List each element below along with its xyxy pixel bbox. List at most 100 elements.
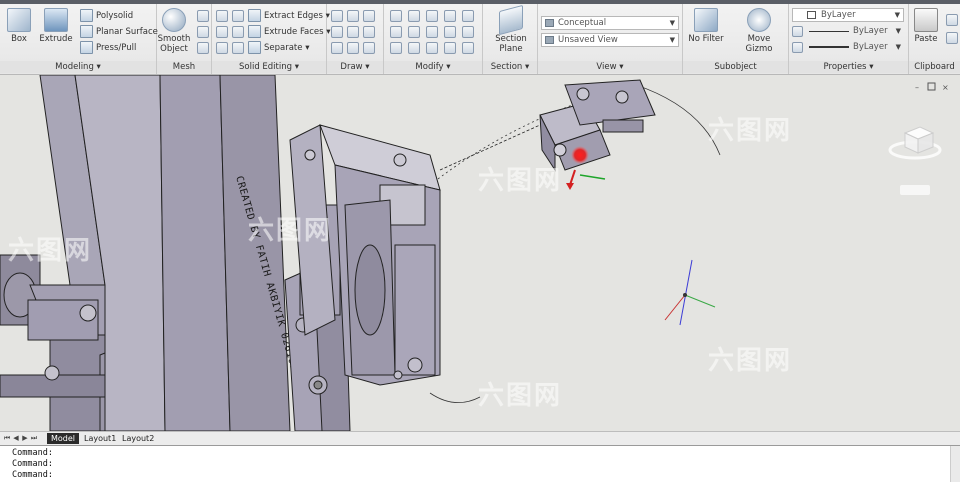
viewcube[interactable] bbox=[888, 126, 942, 195]
extrude-button[interactable]: Extrude bbox=[36, 8, 76, 44]
modify-panel-title[interactable]: Modify ▾ bbox=[384, 61, 482, 73]
rotate-icon[interactable] bbox=[408, 10, 420, 22]
command-prompt[interactable]: Command: bbox=[12, 470, 53, 481]
rectangle-icon[interactable] bbox=[347, 26, 359, 38]
smooth-object-icon bbox=[162, 8, 186, 32]
mesh-panel-title[interactable]: Mesh bbox=[157, 61, 211, 73]
polygon-icon[interactable] bbox=[331, 42, 343, 54]
planar-surface-button[interactable]: Planar Surface bbox=[80, 25, 158, 39]
next-tab-icon[interactable]: ▶ bbox=[21, 433, 29, 443]
draw-panel-title[interactable]: Draw ▾ bbox=[327, 61, 383, 73]
scale-icon[interactable] bbox=[408, 26, 420, 38]
spline-icon[interactable] bbox=[363, 42, 375, 54]
tab-layout2[interactable]: Layout2 bbox=[118, 433, 158, 444]
offset-icon[interactable] bbox=[408, 42, 420, 54]
line-icon[interactable] bbox=[331, 10, 343, 22]
solid-edit-icon-3[interactable] bbox=[232, 42, 244, 54]
minimize-icon[interactable]: – bbox=[915, 83, 919, 92]
watermark: 六图网 bbox=[248, 216, 333, 246]
subtract-icon[interactable] bbox=[216, 26, 228, 38]
copy-icon[interactable] bbox=[426, 26, 438, 38]
ellipse-icon[interactable] bbox=[363, 26, 375, 38]
planar-surface-label: Planar Surface bbox=[96, 27, 158, 37]
subobject-title-text: Subobject bbox=[714, 62, 757, 72]
drawing-viewport[interactable]: CREATED BY FATIH AKBIYIK 02610909023 – ×… bbox=[0, 75, 960, 431]
stretch-icon[interactable] bbox=[444, 26, 456, 38]
move-3d-icon[interactable] bbox=[426, 10, 438, 22]
solid-edit-icon-2[interactable] bbox=[232, 26, 244, 38]
extrude-faces-button[interactable]: Extrude Faces ▾ bbox=[248, 25, 331, 39]
solid-edit-icon-1[interactable] bbox=[232, 10, 244, 22]
hatch-icon[interactable] bbox=[347, 42, 359, 54]
cut-icon[interactable] bbox=[946, 14, 958, 26]
mesh-tool-icon-2[interactable] bbox=[197, 26, 209, 38]
mesh-tool-icon-1[interactable] bbox=[197, 10, 209, 22]
command-scrollbar[interactable] bbox=[950, 446, 960, 482]
command-window[interactable]: Command: Command: Command: bbox=[0, 445, 960, 482]
polyline-icon[interactable] bbox=[363, 10, 375, 22]
section-plane-label: Section Plane bbox=[495, 34, 527, 54]
union-icon[interactable] bbox=[216, 10, 228, 22]
gizmo-center[interactable] bbox=[571, 146, 589, 164]
gizmo-y-axis[interactable] bbox=[579, 174, 606, 180]
arc-icon[interactable] bbox=[347, 10, 359, 22]
press-pull-button[interactable]: Press/Pull bbox=[80, 41, 136, 55]
trim-icon[interactable] bbox=[462, 26, 474, 38]
bolt-icon bbox=[304, 149, 316, 161]
array-icon[interactable] bbox=[390, 26, 402, 38]
named-view-dropdown[interactable]: Unsaved View ▼ bbox=[541, 33, 679, 47]
explode-icon[interactable] bbox=[426, 42, 438, 54]
copy-clip-icon[interactable] bbox=[946, 32, 958, 44]
ucs-z-axis bbox=[679, 259, 693, 326]
properties-panel-title[interactable]: Properties ▾ bbox=[789, 61, 908, 73]
move-gizmo-button[interactable]: Move Gizmo bbox=[733, 8, 785, 54]
close-icon[interactable]: × bbox=[942, 83, 949, 92]
align-icon[interactable] bbox=[390, 42, 402, 54]
named-view-icon bbox=[545, 36, 554, 44]
solid-editing-panel-title[interactable]: Solid Editing ▾ bbox=[212, 61, 326, 73]
section-panel-title[interactable]: Section ▾ bbox=[483, 61, 537, 73]
wcs-menu[interactable] bbox=[900, 185, 930, 195]
last-tab-icon[interactable]: ⏭ bbox=[30, 433, 38, 443]
color-dropdown[interactable]: ByLayer ▼ bbox=[792, 8, 904, 22]
view-panel-title[interactable]: View ▾ bbox=[538, 61, 682, 73]
extrude-faces-icon bbox=[248, 25, 261, 38]
command-history-line: Command: bbox=[12, 459, 53, 469]
tab-layout1[interactable]: Layout1 bbox=[80, 433, 120, 444]
restore-icon[interactable] bbox=[927, 82, 936, 91]
polysolid-button[interactable]: Polysolid bbox=[80, 9, 133, 23]
no-filter-button[interactable]: No Filter bbox=[685, 8, 727, 44]
lineweight-dropdown[interactable]: ByLayer ▼ bbox=[807, 41, 904, 55]
fillet-icon[interactable] bbox=[462, 10, 474, 22]
extract-edges-button[interactable]: Extract Edges ▾ bbox=[248, 9, 330, 23]
separate-button[interactable]: Separate ▾ bbox=[248, 41, 309, 55]
modeling-panel-title[interactable]: Modeling ▾ bbox=[0, 61, 156, 73]
modeling-title-text: Modeling bbox=[55, 62, 94, 72]
lineweight-icon bbox=[792, 42, 803, 53]
mirror-icon[interactable] bbox=[444, 10, 456, 22]
watermark: 六图网 bbox=[8, 236, 93, 266]
prev-tab-icon[interactable]: ◀ bbox=[12, 433, 20, 443]
paste-button[interactable]: Paste bbox=[906, 8, 946, 44]
mesh-tool-icon-3[interactable] bbox=[197, 42, 209, 54]
clipboard-panel-title[interactable]: Clipboard bbox=[909, 61, 960, 73]
smooth-object-button[interactable]: Smooth Object bbox=[154, 8, 194, 54]
bolt-icon bbox=[576, 87, 590, 101]
small-part-rail bbox=[602, 119, 644, 133]
visual-style-dropdown[interactable]: Conceptual ▼ bbox=[541, 16, 679, 30]
solid-editing-title-text: Solid Editing bbox=[239, 62, 293, 72]
press-pull-icon bbox=[80, 41, 93, 54]
box-button[interactable]: Box bbox=[0, 8, 39, 44]
move-icon[interactable] bbox=[390, 10, 402, 22]
subobject-panel-title[interactable]: Subobject bbox=[683, 61, 788, 73]
first-tab-icon[interactable]: ⏮ bbox=[3, 433, 11, 443]
circle-icon[interactable] bbox=[331, 26, 343, 38]
linetype-dropdown[interactable]: ByLayer ▼ bbox=[807, 25, 904, 39]
gizmo-x-axis[interactable] bbox=[569, 169, 576, 186]
join-icon[interactable] bbox=[462, 42, 474, 54]
draw-panel: Draw ▾ bbox=[327, 4, 384, 74]
section-plane-button[interactable]: Section Plane bbox=[491, 4, 531, 54]
erase-icon[interactable] bbox=[444, 42, 456, 54]
intersect-icon[interactable] bbox=[216, 42, 228, 54]
tab-model[interactable]: Model bbox=[47, 433, 80, 444]
